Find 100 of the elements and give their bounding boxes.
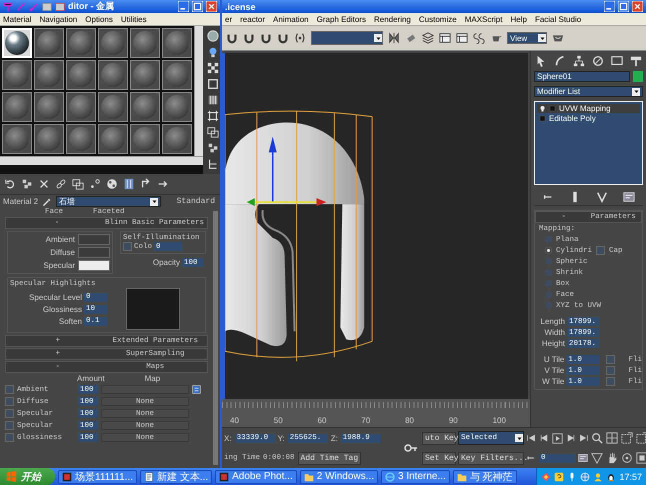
material-name-field[interactable]: 石墙 [56,196,162,207]
lock-icon[interactable] [192,385,201,394]
checkbox[interactable] [5,385,14,394]
key-filters-button[interactable]: Key Filters... [458,452,524,464]
bend-icon[interactable] [554,55,566,67]
menu-item[interactable]: Navigation [39,14,78,24]
dots-icon[interactable] [89,178,101,190]
close-button[interactable] [632,1,643,12]
caret-icon[interactable] [632,88,640,95]
next-frame-icon[interactable] [566,433,576,443]
checkbox[interactable] [596,246,606,255]
taskbar-button[interactable]: Adobe Phot... [215,470,297,484]
field-of-view-icon[interactable] [591,452,603,464]
object-color-swatch[interactable] [633,71,643,82]
menu-item[interactable]: Material [3,14,32,24]
ball-icon[interactable] [106,178,118,190]
windows-icon[interactable] [72,178,84,190]
start-button[interactable]: 开始 [0,468,55,485]
radio-button[interactable] [545,247,552,254]
arrow-right-icon[interactable] [157,178,169,190]
curve-icon[interactable] [473,32,485,44]
maximize-button[interactable] [618,1,629,12]
auto-key-button[interactable]: uto Key [422,432,456,444]
zoom-extents-icon[interactable] [621,432,633,444]
radio-button[interactable] [545,291,552,298]
zoom-all-icon[interactable] [606,432,618,444]
magnet-icon[interactable] [277,32,289,44]
time-config-icon[interactable] [578,453,588,463]
magnet-icon[interactable] [243,32,255,44]
modifier-stack-item[interactable]: UVW Mapping [537,104,640,113]
radio-button[interactable] [545,302,552,309]
help-icon[interactable] [554,472,564,482]
checkbox[interactable] [5,421,14,430]
frame-icon[interactable] [207,110,219,122]
zoom-region-icon[interactable] [636,432,646,444]
lamp-icon[interactable] [207,46,219,58]
cubes-icon[interactable] [21,178,33,190]
checkbox[interactable] [606,355,615,364]
link-icon[interactable] [55,178,67,190]
delete-icon[interactable] [38,178,50,190]
penguin-icon[interactable] [606,472,616,482]
helmet-drawing[interactable] [225,122,364,346]
previous-frame-icon[interactable] [539,433,549,443]
brackets-icon[interactable] [294,32,306,44]
caret-icon[interactable] [538,34,546,42]
first-frame-icon[interactable] [526,433,536,443]
checkbox[interactable] [606,366,615,375]
undo-icon[interactable] [4,178,16,190]
radio-button[interactable] [545,236,552,243]
hierarchy-icon[interactable] [573,55,585,67]
caret-icon[interactable] [516,434,522,442]
cursor-icon[interactable] [535,55,547,67]
checker-icon[interactable] [207,62,219,74]
menu-item[interactable]: Customize [418,14,457,24]
checkbox[interactable] [606,377,615,386]
checkbox[interactable] [5,397,14,406]
globe-icon[interactable] [580,472,590,482]
menu-item[interactable]: Utilities [120,14,147,24]
radio-button[interactable] [545,269,552,276]
menu-item[interactable]: Animation [273,14,309,24]
window-icon[interactable] [42,2,52,12]
taskbar-button[interactable]: 场景111111... [58,470,137,484]
menu-item[interactable]: Facial Studio [534,14,582,24]
tree-icon[interactable] [207,158,219,170]
checkbox[interactable] [5,433,14,442]
windows-icon[interactable] [207,126,219,138]
object-name-field[interactable]: Sphere01 [534,71,630,82]
taskbar-button[interactable]: 3 Interne... [380,470,450,484]
checkbox[interactable] [5,409,14,418]
ring-icon[interactable] [592,55,604,67]
minimize-button[interactable] [178,1,189,12]
monitor-icon[interactable] [611,55,623,67]
move-gizmo-drawing[interactable] [246,136,326,206]
play-icon[interactable] [552,432,563,444]
maximize-viewport-icon[interactable] [636,452,646,464]
radio-button[interactable] [545,258,552,265]
menu-item[interactable]: Options [85,14,113,24]
menu-item[interactable]: Help [510,14,527,24]
scrollbar[interactable] [213,211,218,465]
orbit-icon[interactable] [621,452,633,464]
minimize-button[interactable] [604,1,615,12]
color-swatch[interactable] [78,234,110,245]
mirror-icon[interactable] [388,32,400,44]
checkbox[interactable] [123,242,132,251]
scrollbar[interactable] [0,156,203,165]
zoom-icon[interactable] [591,432,603,444]
radio-button[interactable] [545,280,552,287]
material-type-button[interactable]: Standard [174,197,217,206]
config-icon[interactable] [623,191,636,203]
magnet-icon[interactable] [260,32,272,44]
color-swatch[interactable] [78,247,110,258]
caret-icon[interactable] [374,34,382,42]
film-icon[interactable] [207,94,219,106]
square-icon[interactable] [207,78,219,90]
hammer-icon[interactable] [630,55,642,67]
color-swatch[interactable] [78,260,110,271]
taskbar-button[interactable]: 与 死神茫 [452,470,517,484]
viewport[interactable] [222,53,528,399]
scrollbar[interactable] [194,26,203,156]
selection-set-dropdown[interactable] [311,31,383,45]
